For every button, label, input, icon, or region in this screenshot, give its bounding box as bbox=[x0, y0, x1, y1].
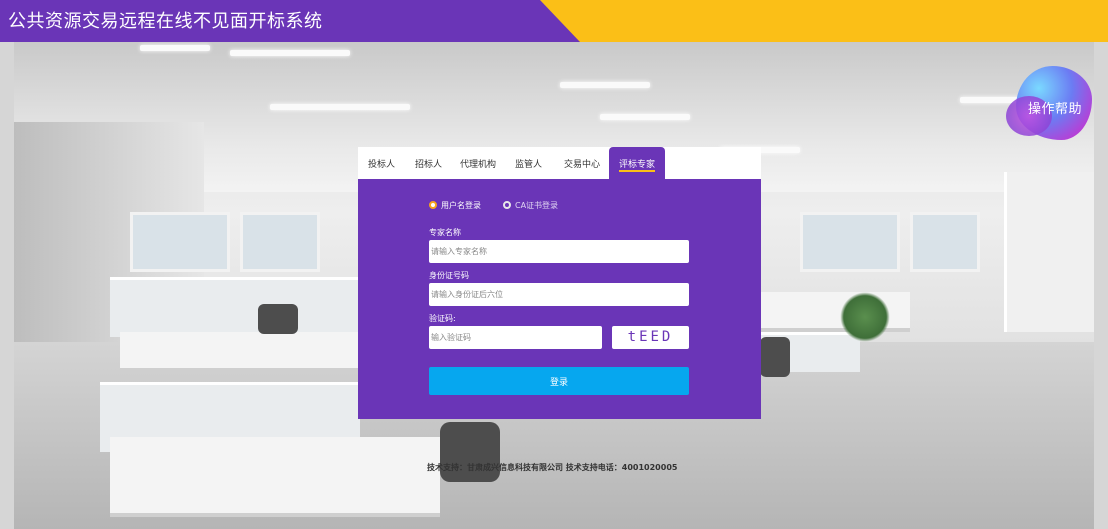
help-button-label[interactable]: 操作帮助 bbox=[1028, 98, 1082, 117]
expert-name-input[interactable] bbox=[429, 240, 689, 263]
active-tab-indicator bbox=[619, 170, 655, 172]
tab-agency[interactable]: 代理机构 bbox=[460, 157, 496, 170]
tab-evaluation-expert-label[interactable]: 评标专家 bbox=[619, 157, 655, 170]
tab-bidder[interactable]: 投标人 bbox=[368, 157, 395, 170]
radio-ca-login-label[interactable]: CA证书登录 bbox=[515, 200, 558, 211]
header-bar: 公共资源交易远程在线不见面开标系统 bbox=[0, 0, 1108, 42]
page-title: 公共资源交易远程在线不见面开标系统 bbox=[8, 11, 323, 32]
captcha-image[interactable]: tEED bbox=[612, 326, 689, 349]
tab-tenderer[interactable]: 招标人 bbox=[415, 157, 442, 170]
captcha-label: 验证码: bbox=[429, 314, 456, 323]
id-number-label: 身份证号码 bbox=[429, 271, 469, 280]
radio-username-login-label[interactable]: 用户名登录 bbox=[441, 200, 481, 211]
tab-trading-center[interactable]: 交易中心 bbox=[564, 157, 600, 170]
radio-ca-login[interactable] bbox=[503, 201, 511, 209]
id-number-input[interactable] bbox=[429, 283, 689, 306]
captcha-input[interactable] bbox=[429, 326, 602, 349]
radio-username-login[interactable] bbox=[429, 201, 437, 209]
login-button[interactable]: 登录 bbox=[429, 367, 689, 395]
tab-supervisor[interactable]: 监管人 bbox=[515, 157, 542, 170]
footer-support-text: 技术支持：甘肃成兴信息科技有限公司 技术支持电话：4001020005 bbox=[427, 463, 678, 472]
expert-name-label: 专家名称 bbox=[429, 228, 461, 237]
